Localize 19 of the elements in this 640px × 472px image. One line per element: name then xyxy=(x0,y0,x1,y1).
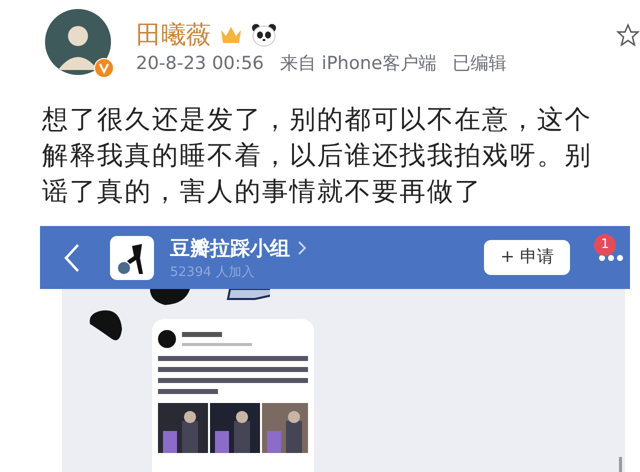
join-button[interactable]: + 申请 xyxy=(484,240,570,276)
avatar-icon[interactable] xyxy=(44,8,112,76)
edited-label: 已编辑 xyxy=(452,52,506,76)
more-icon[interactable] xyxy=(598,254,624,262)
post-text-line: 谣了真的，害人的事情就不要再做了 xyxy=(42,176,483,209)
panda-icon xyxy=(251,23,277,47)
chevron-right-icon xyxy=(298,240,306,255)
user-avatar-icon xyxy=(158,330,176,348)
notification-badge: 1 xyxy=(594,234,616,256)
author-name[interactable]: 田曦薇 xyxy=(136,20,211,50)
group-logo-icon xyxy=(110,236,154,280)
member-count: 52394 人加入 xyxy=(170,264,256,282)
post-timestamp: 20-8-23 00:56 xyxy=(136,52,264,76)
back-icon[interactable] xyxy=(64,242,80,272)
post-source: 来自 iPhone客户端 xyxy=(280,52,436,76)
group-title[interactable]: 豆瓣拉踩小组 xyxy=(170,232,290,263)
post-text-line: 想了很久还是发了，别的都可以不在意，这个 xyxy=(42,104,593,137)
post-text-line: 解释我真的睡不着，以后谁还找我拍戏呀。别 xyxy=(42,140,593,173)
star-icon[interactable] xyxy=(616,23,640,47)
